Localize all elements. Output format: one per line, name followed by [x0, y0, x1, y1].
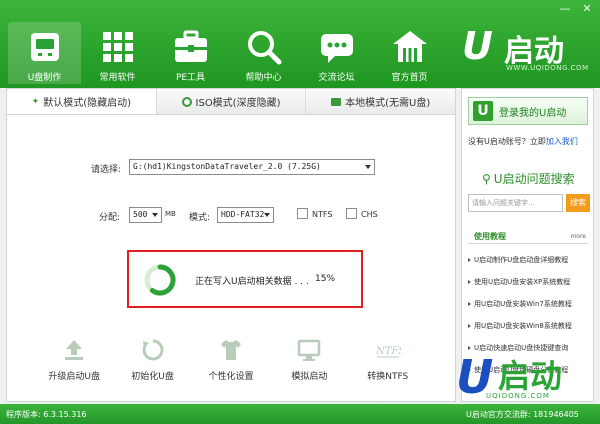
device-select[interactable]: G:(hd1)KingstonDataTraveler_2.0 (7.25G)	[129, 159, 375, 175]
select-label: 请选择:	[91, 165, 122, 175]
mode-tabs: ✦ 默认模式(隐藏启动) ISO模式(深度隐藏) 本地模式(无需U盘)	[7, 89, 455, 115]
tab-local-mode[interactable]: 本地模式(无需U盘)	[306, 89, 455, 114]
tutorials-title: 使用教程	[474, 232, 506, 241]
drive-icon	[331, 97, 342, 106]
chevron-down-icon	[152, 213, 158, 217]
tab-label: ISO模式(深度隐藏)	[195, 98, 281, 109]
nav-label: 常用软件	[99, 73, 136, 83]
tutorial-item[interactable]: 用U启动U盘安装Win8系统教程	[468, 315, 592, 337]
tab-label: 默认模式(隐藏启动)	[43, 98, 132, 109]
simulate-boot-button[interactable]: 模拟启动	[278, 337, 340, 382]
search-input[interactable]: 请输入问题关键字...	[468, 194, 563, 212]
ntfs-checkbox[interactable]	[297, 208, 308, 219]
partition-label: 分配:	[99, 213, 121, 223]
nav-label: 交流论坛	[318, 73, 355, 83]
svg-text:NTFS: NTFS	[375, 346, 401, 357]
usb-drive-icon	[30, 33, 59, 61]
watermark-text: 启动	[498, 357, 563, 395]
progress-percent: 15%	[315, 274, 336, 284]
mode-label: 模式:	[189, 213, 211, 223]
u-logo-icon: U	[473, 101, 493, 121]
home-icon	[392, 31, 427, 62]
watermark-url: UQIDONG.COM	[486, 392, 550, 400]
nav-forum[interactable]: 交流论坛	[300, 22, 373, 84]
chat-bubble-icon	[320, 34, 353, 63]
chs-checkbox[interactable]	[346, 208, 357, 219]
tool-label: 转换NTFS	[367, 372, 409, 382]
no-account-text: 没有U启动账号？立即	[468, 137, 546, 146]
top-navigation-bar: — ✕ U盘制作 常用软件 PE工具 帮助中心 交流论坛 官方首页 U 启动 W…	[0, 0, 600, 88]
close-button[interactable]: ✕	[580, 3, 594, 15]
nav-label: 官方首页	[391, 73, 428, 83]
toolbox-icon	[174, 30, 207, 62]
tutorial-item[interactable]: U启动制作U盘启动盘详细教程	[468, 249, 592, 271]
partition-select[interactable]: 500	[129, 207, 162, 223]
disc-icon	[181, 96, 192, 107]
tutorial-item[interactable]: 使用U启动U盘安装XP系统教程	[468, 271, 592, 293]
chevron-down-icon	[365, 165, 371, 169]
window-controls: — ✕	[558, 3, 594, 15]
chevron-down-icon	[264, 213, 270, 217]
brand-mark: U	[462, 24, 493, 68]
status-bar: 程序版本: 6.3.15.316 U启动官方交流群: 181946405	[0, 404, 600, 424]
device-value: G:(hd1)KingstonDataTraveler_2.0 (7.25G)	[133, 162, 321, 171]
tab-label: 本地模式(无需U盘)	[345, 98, 431, 109]
tab-arrow-icon: ✦	[31, 96, 40, 107]
nav-common-software[interactable]: 常用软件	[81, 22, 154, 84]
init-usb-button[interactable]: 初始化U盘	[122, 337, 184, 382]
login-button[interactable]: U 登录我的U启动	[468, 97, 588, 125]
tool-bar: 升级启动U盘 初始化U盘 个性化设置 模拟启动 NTFS	[7, 337, 455, 382]
watermark-logo: U 启动 UQIDONG.COM	[450, 352, 600, 402]
ntfs-icon: NTFS	[375, 346, 401, 358]
loading-spinner-icon	[144, 264, 176, 296]
nav-official-home[interactable]: 官方首页	[373, 22, 446, 84]
minimize-button[interactable]: —	[558, 3, 572, 15]
tool-label: 升级启动U盘	[48, 372, 100, 382]
nav-help-center[interactable]: 帮助中心	[227, 22, 300, 84]
chs-label: CHS	[361, 210, 378, 219]
monitor-icon	[298, 339, 321, 361]
nav-pe-tools[interactable]: PE工具	[154, 22, 227, 84]
reset-icon	[142, 339, 164, 361]
ntfs-label: NTFS	[312, 210, 333, 219]
register-line: 没有U启动账号？立即加入我们	[468, 136, 578, 147]
mode-select[interactable]: HDD-FAT32	[217, 207, 274, 223]
tool-label: 模拟启动	[291, 372, 328, 382]
tool-label: 初始化U盘	[131, 372, 174, 382]
main-nav: U盘制作 常用软件 PE工具 帮助中心 交流论坛 官方首页	[8, 22, 446, 84]
nav-label: 帮助中心	[245, 73, 282, 83]
search-button[interactable]: 搜索	[566, 194, 590, 212]
shirt-icon	[220, 340, 241, 360]
personalize-button[interactable]: 个性化设置	[200, 337, 262, 382]
progress-message: 正在写入U启动相关数据 . . .	[195, 277, 309, 287]
join-link[interactable]: 加入我们	[546, 137, 578, 146]
main-panel: ✦ 默认模式(隐藏启动) ISO模式(深度隐藏) 本地模式(无需U盘) 请选择:…	[6, 88, 456, 402]
mode-value: HDD-FAT32	[221, 210, 265, 219]
program-version: 程序版本: 6.3.15.316	[6, 410, 87, 419]
search-title-text: U启动问题搜索	[493, 172, 575, 186]
upgrade-icon	[65, 340, 84, 360]
tab-default-mode[interactable]: ✦ 默认模式(隐藏启动)	[7, 89, 157, 114]
write-progress-box: 正在写入U启动相关数据 . . . 15%	[127, 250, 363, 308]
app-grid-icon	[102, 32, 133, 62]
nav-label: PE工具	[175, 73, 206, 83]
nav-usb-make[interactable]: U盘制作	[8, 22, 81, 84]
convert-ntfs-button[interactable]: NTFS 转换NTFS	[357, 337, 419, 382]
partition-value: 500	[133, 210, 148, 219]
brand-logo: U 启动 WWW.UQIDONG.COM	[462, 24, 594, 76]
upgrade-usb-button[interactable]: 升级启动U盘	[43, 337, 105, 382]
tab-iso-mode[interactable]: ISO模式(深度隐藏)	[157, 89, 307, 114]
more-link[interactable]: more	[570, 233, 586, 240]
partition-unit: MB	[165, 210, 176, 218]
qq-group: U启动官方交流群: 181946405	[466, 410, 579, 419]
search-title: ⚲ U启动问题搜索	[482, 170, 575, 187]
login-label: 登录我的U启动	[499, 107, 567, 119]
magnifier-icon	[247, 31, 281, 65]
tutorials-header: 使用教程 more	[468, 230, 588, 244]
tutorial-item[interactable]: 用U启动U盘安装Win7系统教程	[468, 293, 592, 315]
search-icon: ⚲	[482, 171, 491, 186]
brand-url: WWW.UQIDONG.COM	[506, 64, 589, 72]
tool-label: 个性化设置	[208, 372, 254, 382]
nav-label: U盘制作	[27, 73, 62, 83]
